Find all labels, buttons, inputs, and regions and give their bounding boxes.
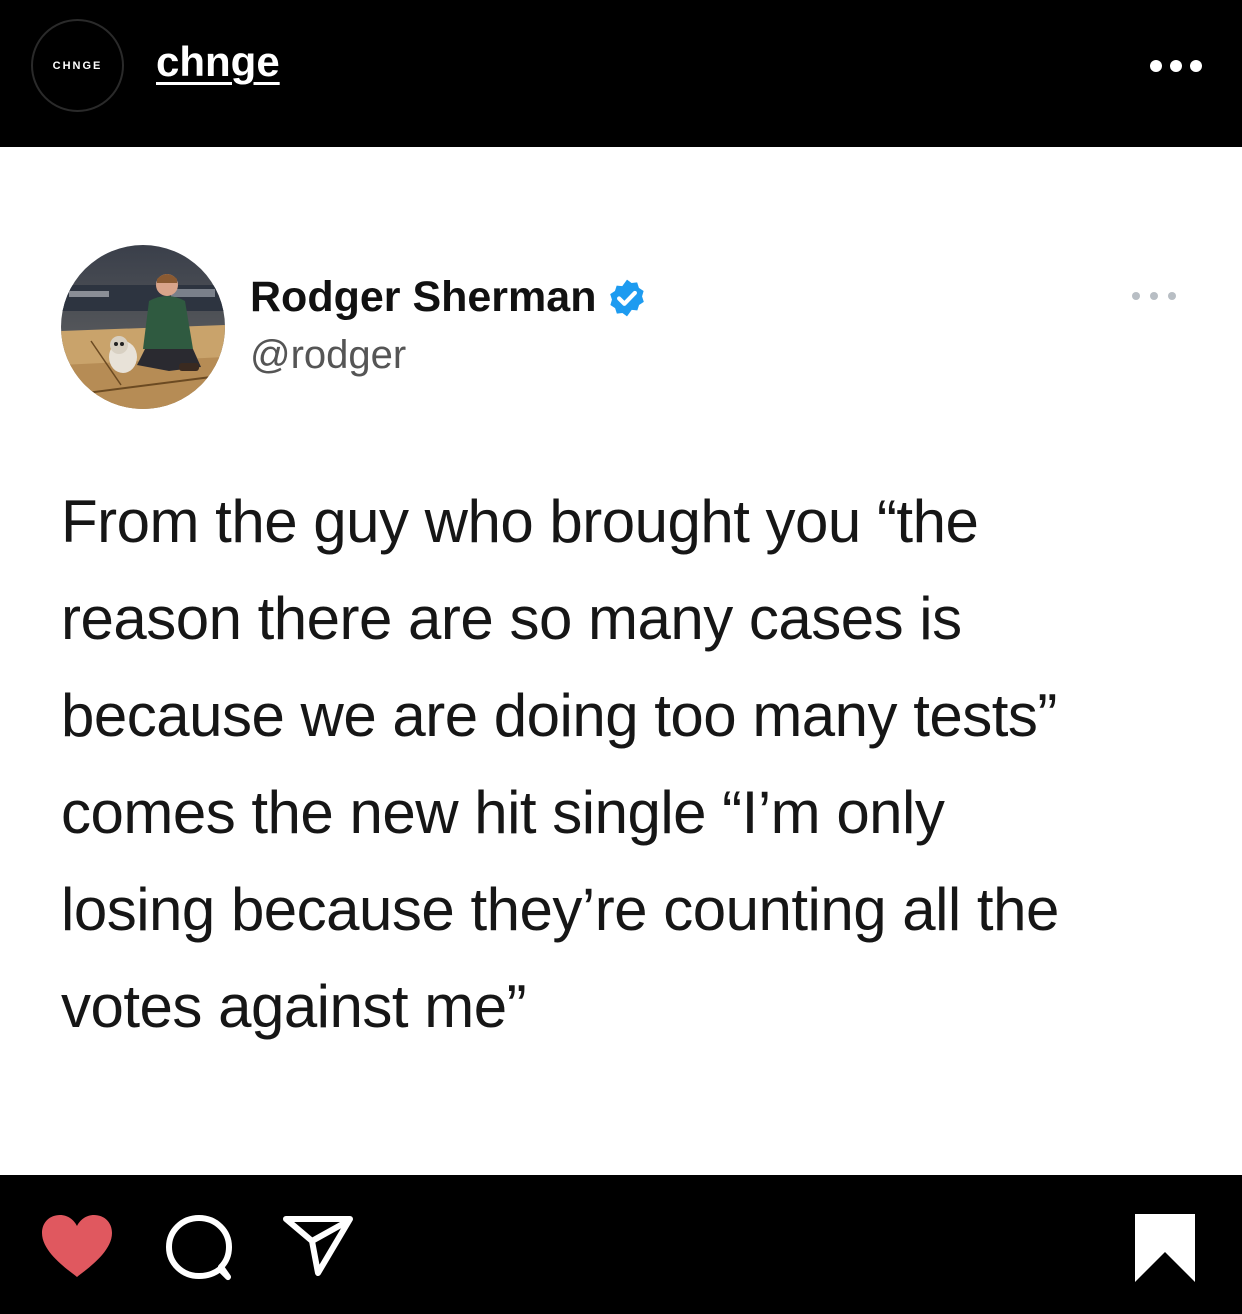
display-name-text: Rodger Sherman (250, 273, 597, 321)
instagram-post: CHNGE chnge Rodger Sherman @rodger From … (0, 0, 1242, 1314)
post-header: CHNGE chnge (0, 0, 1242, 147)
comment-icon[interactable] (164, 1213, 234, 1281)
post-image: Rodger Sherman @rodger From the guy who … (0, 147, 1242, 1175)
tweet-handle: @rodger (250, 333, 407, 377)
send-icon[interactable] (282, 1215, 354, 1277)
ellipsis-icon[interactable] (1150, 54, 1202, 78)
account-avatar-logo-text: CHNGE (52, 59, 103, 72)
tweet-avatar (61, 245, 225, 409)
profile-photo (61, 245, 225, 409)
action-bar (0, 1175, 1242, 1314)
bookmark-icon[interactable] (1133, 1212, 1197, 1284)
tweet-ellipsis-icon (1132, 291, 1176, 301)
account-name-link[interactable]: chnge (156, 38, 280, 86)
heart-icon[interactable] (40, 1213, 114, 1279)
verified-badge-icon (610, 279, 645, 316)
tweet-display-name: Rodger Sherman (250, 273, 648, 322)
account-avatar[interactable]: CHNGE (31, 19, 124, 112)
tweet-text: From the guy who brought you “the reason… (61, 488, 1059, 1040)
